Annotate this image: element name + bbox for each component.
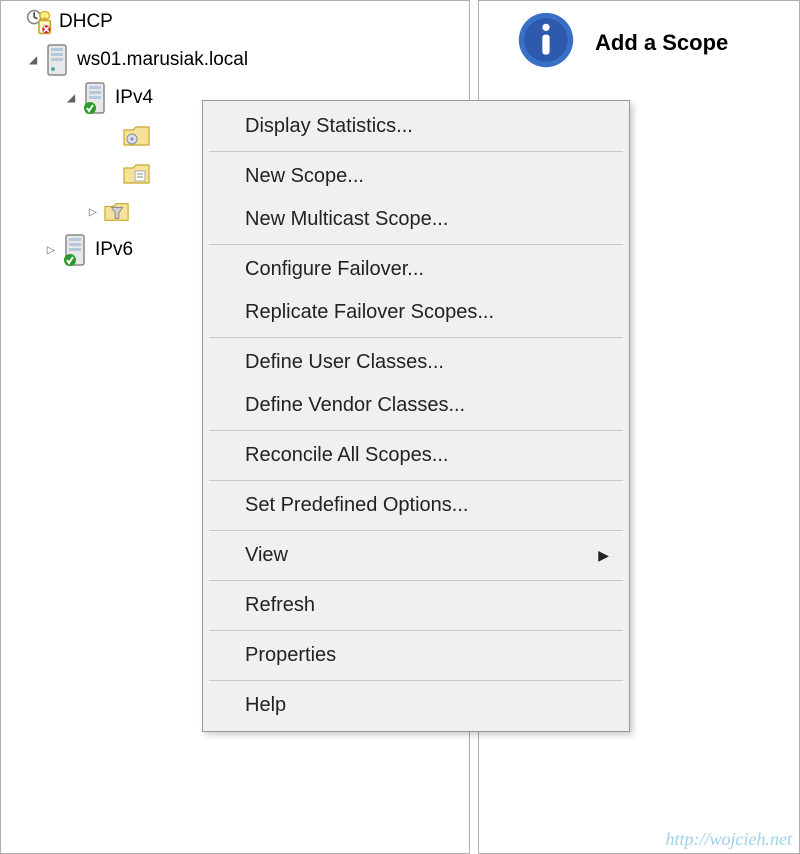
dhcp-root-icon — [25, 8, 53, 36]
menu-separator — [209, 530, 623, 531]
menu-separator — [209, 480, 623, 481]
menu-item-new-scope[interactable]: New Scope... — [205, 155, 627, 198]
menu-item-label: Define Vendor Classes... — [245, 394, 465, 417]
menu-item-label: Display Statistics... — [245, 115, 413, 138]
menu-item-label: Help — [245, 694, 286, 717]
menu-item-label: Reconcile All Scopes... — [245, 444, 448, 467]
tree-label: ws01.marusiak.local — [77, 49, 248, 71]
tree-label: IPv6 — [95, 239, 133, 261]
menu-separator — [209, 151, 623, 152]
tree-node-server[interactable]: ◢ ws01.marusiak.local — [5, 41, 469, 79]
submenu-arrow-icon: ▶ — [598, 547, 609, 564]
menu-separator — [209, 630, 623, 631]
menu-separator — [209, 680, 623, 681]
tree-node-dhcp[interactable]: DHCP — [5, 3, 469, 41]
details-title: Add a Scope — [595, 30, 728, 56]
menu-item-label: Set Predefined Options... — [245, 494, 468, 517]
menu-item-label: New Multicast Scope... — [245, 208, 448, 231]
menu-item-help[interactable]: Help — [205, 684, 627, 727]
tree-label: DHCP — [59, 11, 113, 33]
menu-separator — [209, 244, 623, 245]
expand-collapse-icon[interactable]: ◢ — [61, 90, 81, 106]
ipv6-server-icon — [61, 236, 89, 264]
filter-folder-icon — [103, 198, 131, 226]
details-header: Add a Scope — [487, 11, 799, 75]
menu-item-label: New Scope... — [245, 165, 364, 188]
menu-separator — [209, 337, 623, 338]
folder-gear-icon — [123, 122, 151, 150]
expand-icon[interactable]: ▷ — [83, 204, 103, 220]
menu-item-label: Configure Failover... — [245, 258, 424, 281]
tree-label: IPv4 — [115, 87, 153, 109]
menu-item-configure-failover[interactable]: Configure Failover... — [205, 248, 627, 291]
menu-item-new-multicast-scope[interactable]: New Multicast Scope... — [205, 198, 627, 241]
menu-item-display-statistics[interactable]: Display Statistics... — [205, 105, 627, 148]
menu-item-set-predefined-options[interactable]: Set Predefined Options... — [205, 484, 627, 527]
folder-list-icon — [123, 160, 151, 188]
menu-item-define-vendor-classes[interactable]: Define Vendor Classes... — [205, 384, 627, 427]
menu-item-replicate-failover-scopes[interactable]: Replicate Failover Scopes... — [205, 291, 627, 334]
menu-item-label: View — [245, 544, 288, 567]
menu-item-reconcile-all-scopes[interactable]: Reconcile All Scopes... — [205, 434, 627, 477]
server-icon — [43, 46, 71, 74]
info-icon — [517, 11, 575, 75]
menu-item-label: Replicate Failover Scopes... — [245, 301, 494, 324]
menu-item-view[interactable]: View ▶ — [205, 534, 627, 577]
menu-item-label: Refresh — [245, 594, 315, 617]
menu-separator — [209, 580, 623, 581]
ipv4-server-icon — [81, 84, 109, 112]
expand-icon[interactable]: ▷ — [41, 242, 61, 258]
menu-item-label: Define User Classes... — [245, 351, 444, 374]
menu-separator — [209, 430, 623, 431]
expand-collapse-icon[interactable]: ◢ — [23, 52, 43, 68]
menu-item-properties[interactable]: Properties — [205, 634, 627, 677]
menu-item-refresh[interactable]: Refresh — [205, 584, 627, 627]
context-menu: Display Statistics... New Scope... New M… — [202, 100, 630, 732]
menu-item-label: Properties — [245, 644, 336, 667]
menu-item-define-user-classes[interactable]: Define User Classes... — [205, 341, 627, 384]
watermark: http://wojcieh.net — [666, 829, 792, 850]
